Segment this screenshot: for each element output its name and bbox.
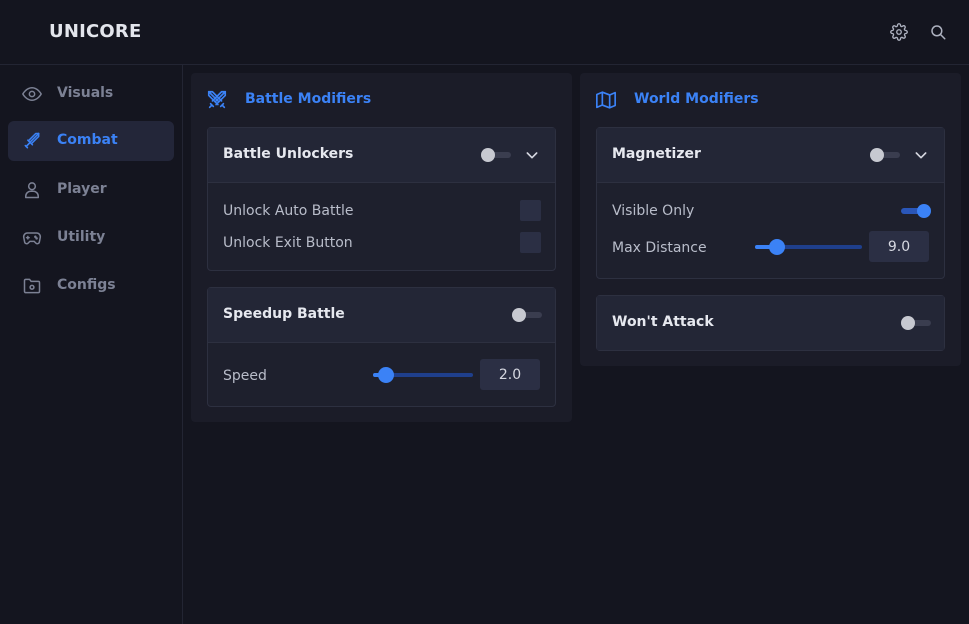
chevron-down-icon[interactable]	[913, 147, 929, 163]
chevron-down-icon[interactable]	[524, 147, 540, 163]
sidebar-item-label: Combat	[57, 132, 118, 148]
unlock-auto-battle-checkbox[interactable]	[520, 200, 541, 221]
wont-attack-header[interactable]: Won't Attack	[597, 296, 944, 350]
sword-icon	[21, 131, 43, 151]
magnetizer-header[interactable]: Magnetizer	[597, 128, 944, 183]
sidebar-item-label: Visuals	[57, 85, 114, 101]
search-icon[interactable]	[928, 22, 948, 42]
max-distance-value-box[interactable]: 9.0	[869, 231, 929, 262]
unlock-auto-battle-label: Unlock Auto Battle	[223, 203, 354, 219]
battle-unlockers-card: Battle Unlockers Unlock Auto Battle Unlo…	[207, 127, 556, 271]
sidebar-item-combat[interactable]: Combat	[8, 121, 174, 161]
slider-handle[interactable]	[378, 367, 394, 383]
speed-value-box[interactable]: 2.0	[480, 359, 540, 390]
visible-only-label: Visible Only	[612, 203, 695, 219]
battle-unlockers-title: Battle Unlockers	[223, 146, 354, 162]
gamepad-icon	[21, 228, 43, 248]
header-bar: UNICORE	[0, 0, 969, 65]
world-modifiers-panel: World Modifiers Magnetizer Visible Only …	[580, 73, 961, 366]
world-modifiers-title: World Modifiers	[634, 91, 759, 107]
speedup-battle-toggle[interactable]	[512, 308, 542, 322]
unlock-exit-button-label: Unlock Exit Button	[223, 235, 353, 251]
speedup-battle-title: Speedup Battle	[223, 306, 345, 322]
sidebar-item-label: Configs	[57, 277, 116, 293]
app-window: UNICORE Visuals Combat Player Utility Co…	[0, 0, 969, 624]
visible-only-toggle[interactable]	[901, 204, 931, 218]
wont-attack-toggle[interactable]	[901, 316, 931, 330]
magnetizer-card: Magnetizer Visible Only Max Distance 9.0	[596, 127, 945, 279]
sidebar: Visuals Combat Player Utility Configs	[0, 65, 183, 624]
sidebar-item-visuals[interactable]: Visuals	[8, 74, 174, 114]
folder-gear-icon	[21, 276, 43, 296]
speed-label: Speed	[223, 368, 267, 384]
battle-unlockers-toggle[interactable]	[481, 148, 511, 162]
sidebar-item-player[interactable]: Player	[8, 170, 174, 210]
map-icon	[595, 89, 617, 111]
wont-attack-card: Won't Attack	[596, 295, 945, 351]
eye-icon	[21, 84, 43, 104]
sidebar-item-utility[interactable]: Utility	[8, 218, 174, 258]
app-title: UNICORE	[49, 21, 142, 42]
sidebar-item-label: Utility	[57, 229, 106, 245]
max-distance-label: Max Distance	[612, 240, 707, 256]
battle-modifiers-title: Battle Modifiers	[245, 91, 372, 107]
speed-slider[interactable]	[373, 367, 473, 383]
magnetizer-title: Magnetizer	[612, 146, 701, 162]
sidebar-item-configs[interactable]: Configs	[8, 266, 174, 306]
slider-handle[interactable]	[769, 239, 785, 255]
speedup-battle-header[interactable]: Speedup Battle	[208, 288, 555, 343]
gear-icon[interactable]	[889, 22, 909, 42]
sidebar-item-label: Player	[57, 181, 107, 197]
battle-modifiers-panel: Battle Modifiers Battle Unlockers Unlock…	[191, 73, 572, 422]
battle-unlockers-header[interactable]: Battle Unlockers	[208, 128, 555, 183]
unlock-exit-button-checkbox[interactable]	[520, 232, 541, 253]
magnetizer-toggle[interactable]	[870, 148, 900, 162]
speedup-battle-card: Speedup Battle Speed 2.0	[207, 287, 556, 407]
wont-attack-title: Won't Attack	[612, 314, 714, 330]
user-icon	[21, 180, 43, 200]
max-distance-slider[interactable]	[755, 239, 862, 255]
crossed-swords-icon	[206, 89, 228, 111]
